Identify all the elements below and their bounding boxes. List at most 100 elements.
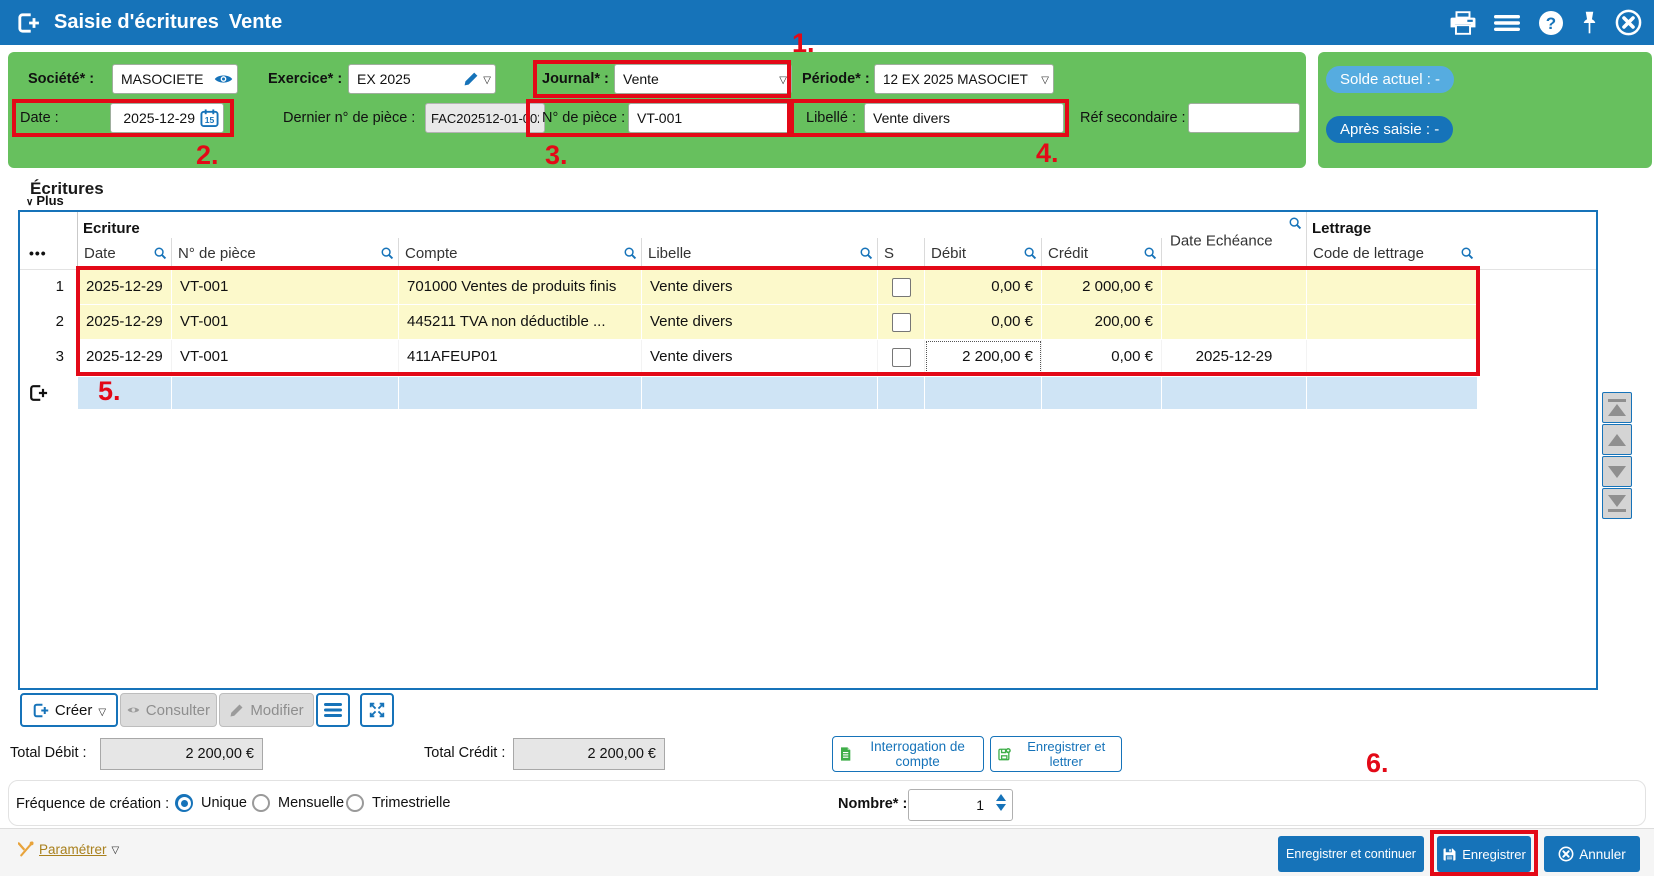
cell-debit[interactable]: 0,00 € [925, 270, 1042, 304]
cell-libelle[interactable]: Vente divers [642, 305, 878, 339]
radio-mensuelle[interactable] [252, 794, 270, 812]
col-header-s[interactable]: S [878, 237, 925, 269]
col-header-date[interactable]: Date [78, 237, 172, 269]
stepper-arrows[interactable] [996, 794, 1006, 811]
expand-button[interactable] [360, 693, 394, 727]
menu-icon[interactable] [1494, 12, 1520, 34]
cell-libelle[interactable]: Vente divers [642, 340, 878, 374]
new-cell[interactable] [1042, 377, 1162, 409]
chevron-down-icon[interactable] [112, 840, 120, 858]
cell-echeance[interactable]: 2025-12-29 [1162, 340, 1307, 374]
col-header-echeance[interactable]: Date Echéance [1162, 212, 1307, 269]
interrogation-compte-button[interactable]: Interrogation de compte [832, 736, 984, 772]
chevron-down-icon[interactable] [1041, 70, 1049, 88]
pencil-icon[interactable] [463, 71, 479, 87]
cell-debit[interactable]: 0,00 € [925, 305, 1042, 339]
search-icon[interactable] [859, 246, 873, 260]
journal-select[interactable] [614, 64, 792, 94]
periode-select[interactable] [874, 64, 1054, 94]
new-cell[interactable] [399, 377, 642, 409]
s-checkbox[interactable] [891, 347, 911, 367]
grid-menu-button[interactable] [316, 693, 350, 727]
cell-lettrage[interactable] [1307, 270, 1478, 304]
new-cell[interactable] [1162, 377, 1307, 409]
add-row-icon[interactable] [28, 383, 48, 403]
cell-libelle[interactable]: Vente divers [642, 270, 878, 304]
help-icon[interactable]: ? [1538, 10, 1564, 36]
libelle-field[interactable] [864, 103, 1064, 133]
search-icon[interactable] [153, 246, 167, 260]
table-row[interactable]: 1 2025-12-29 VT-001 701000 Ventes de pro… [20, 270, 1596, 304]
cell-piece[interactable]: VT-001 [172, 340, 399, 374]
cell-compte[interactable]: 445211 TVA non déductible ... [399, 305, 642, 339]
eye-icon[interactable] [214, 73, 233, 86]
cell-piece[interactable]: VT-001 [172, 270, 399, 304]
printer-icon[interactable] [1450, 10, 1476, 35]
move-first-button[interactable] [1602, 392, 1632, 423]
col-header-credit[interactable]: Crédit [1042, 237, 1162, 269]
new-entry-row[interactable] [20, 377, 1596, 409]
new-cell[interactable] [925, 377, 1042, 409]
search-icon[interactable] [1460, 246, 1474, 260]
piece-field[interactable] [628, 103, 792, 133]
col-header-lettrage[interactable]: Code de lettrage [1307, 238, 1478, 269]
parametrer-link[interactable]: Paramétrer [18, 840, 119, 858]
move-down-button[interactable] [1602, 456, 1632, 487]
calendar-icon[interactable]: 15 [200, 109, 219, 128]
new-cell[interactable] [78, 377, 172, 409]
chevron-down-icon[interactable] [779, 70, 787, 88]
search-icon[interactable] [380, 246, 394, 260]
enregistrer-continuer-button[interactable]: Enregistrer et continuer [1278, 836, 1424, 872]
search-icon[interactable] [1143, 246, 1157, 260]
cell-date[interactable]: 2025-12-29 [78, 305, 172, 339]
col-header-libelle[interactable]: Libelle [642, 237, 878, 269]
new-cell[interactable] [642, 377, 878, 409]
move-up-button[interactable] [1602, 424, 1632, 455]
cell-date[interactable]: 2025-12-29 [78, 270, 172, 304]
search-icon[interactable] [623, 246, 637, 260]
cell-date[interactable]: 2025-12-29 [78, 340, 172, 374]
parametrer-label[interactable]: Paramétrer [39, 842, 107, 857]
cell-echeance[interactable] [1162, 305, 1307, 339]
pin-icon[interactable] [1582, 10, 1597, 36]
cell-credit[interactable]: 0,00 € [1042, 340, 1162, 374]
table-row[interactable]: 3 2025-12-29 VT-001 411AFEUP01 Vente div… [20, 340, 1596, 374]
cell-lettrage[interactable] [1307, 340, 1478, 374]
cell-credit[interactable]: 200,00 € [1042, 305, 1162, 339]
more-options-icon[interactable] [29, 245, 47, 261]
annuler-button[interactable]: Annuler [1544, 836, 1640, 872]
new-cell[interactable] [878, 377, 925, 409]
close-icon[interactable] [1615, 9, 1642, 36]
row-options-header[interactable] [20, 212, 78, 269]
modifier-button[interactable]: Modifier [219, 693, 314, 727]
enregistrer-lettrer-button[interactable]: Enregistrer et lettrer [990, 736, 1122, 772]
cell-credit[interactable]: 2 000,00 € [1042, 270, 1162, 304]
s-checkbox[interactable] [891, 312, 911, 332]
creer-button[interactable]: Créer [20, 693, 118, 727]
stepper-down-icon[interactable] [996, 804, 1006, 811]
s-checkbox[interactable] [891, 277, 911, 297]
cell-compte[interactable]: 411AFEUP01 [399, 340, 642, 374]
chevron-down-icon[interactable] [483, 70, 491, 88]
search-icon[interactable] [1288, 216, 1302, 230]
cell-piece[interactable]: VT-001 [172, 305, 399, 339]
table-row[interactable]: 2 2025-12-29 VT-001 445211 TVA non déduc… [20, 305, 1596, 339]
col-header-piece[interactable]: N° de pièce [172, 237, 399, 269]
enregistrer-button[interactable]: Enregistrer [1437, 836, 1531, 872]
new-cell[interactable] [172, 377, 399, 409]
cell-echeance[interactable] [1162, 270, 1307, 304]
col-header-compte[interactable]: Compte [399, 237, 642, 269]
add-row-icon-cell[interactable] [20, 377, 78, 409]
cell-lettrage[interactable] [1307, 305, 1478, 339]
move-last-button[interactable] [1602, 488, 1632, 519]
consulter-button[interactable]: Consulter [120, 693, 217, 727]
new-cell[interactable] [1307, 377, 1478, 409]
col-header-debit[interactable]: Débit [925, 237, 1042, 269]
ref-secondaire-field[interactable] [1188, 103, 1300, 133]
stepper-up-icon[interactable] [996, 794, 1006, 801]
search-icon[interactable] [1023, 246, 1037, 260]
radio-trimestrielle[interactable] [346, 794, 364, 812]
cell-compte[interactable]: 701000 Ventes de produits finis [399, 270, 642, 304]
cell-debit-focused[interactable]: 2 200,00 € [925, 340, 1042, 374]
radio-unique[interactable] [175, 794, 193, 812]
